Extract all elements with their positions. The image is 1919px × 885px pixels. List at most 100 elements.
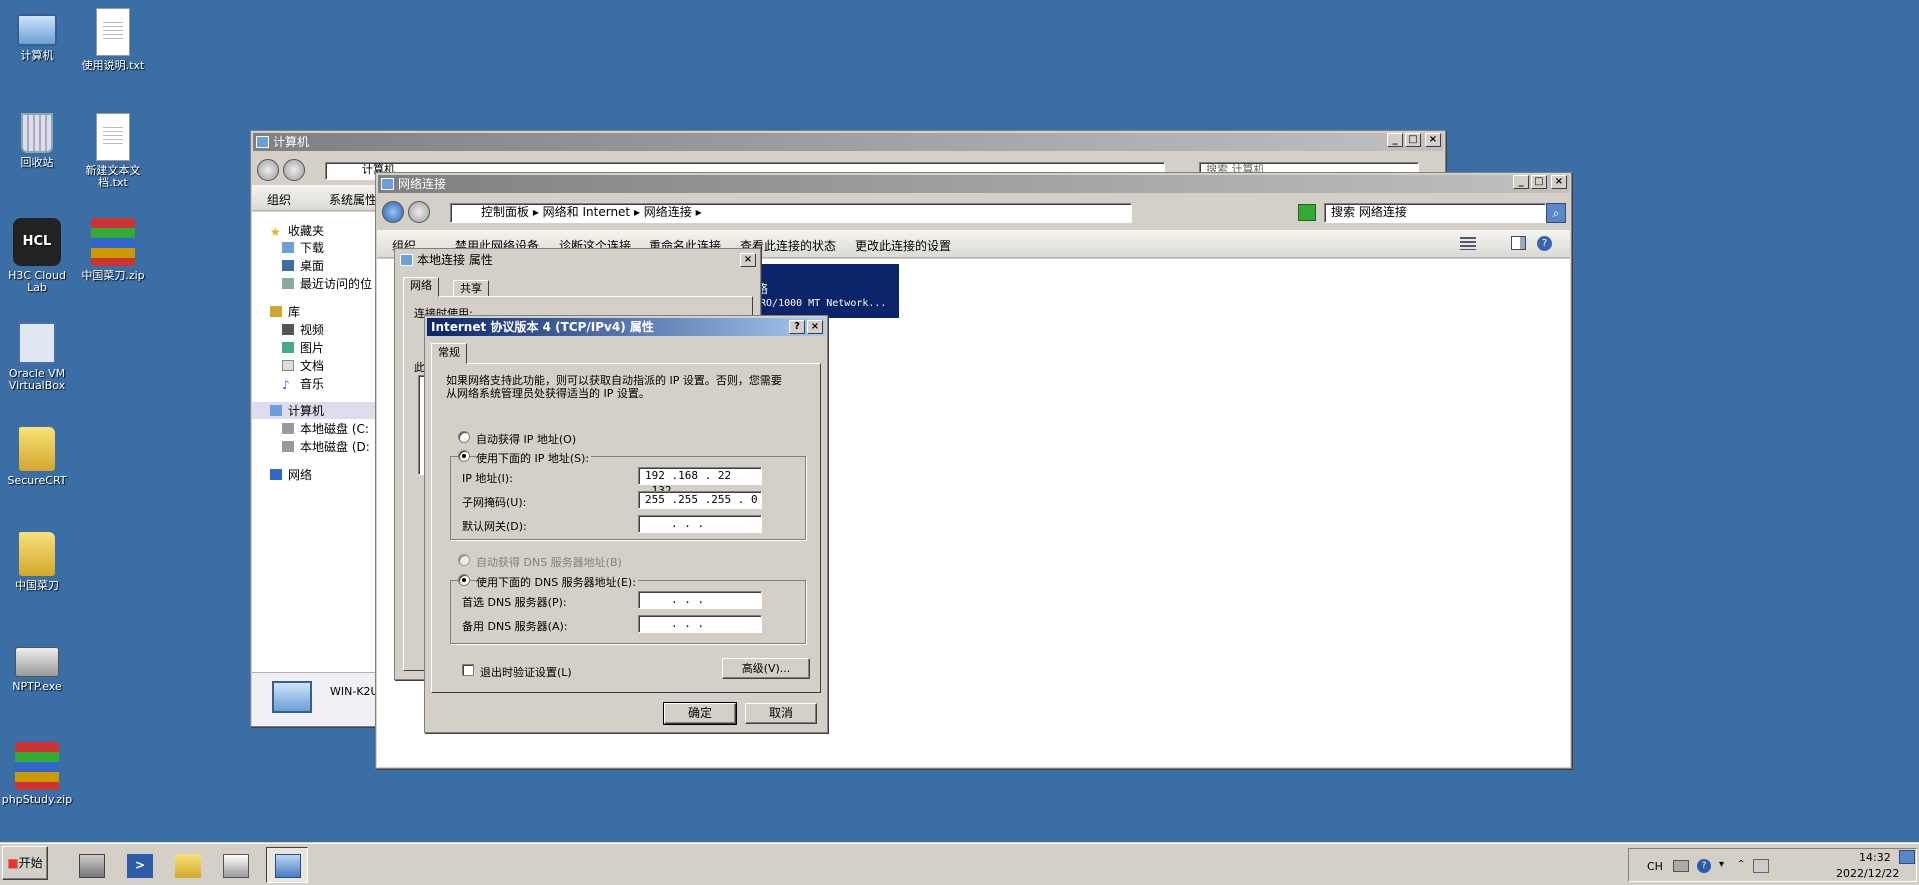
tree-pictures[interactable]: 图片	[282, 339, 324, 356]
alternate-dns-input[interactable]: . . .	[638, 615, 762, 633]
taskbar-explorer[interactable]	[166, 847, 208, 883]
tree-computer[interactable]: 计算机	[252, 402, 378, 419]
computer-window-titlebar[interactable]: 计算机	[253, 133, 1443, 151]
language-indicator[interactable]: CH	[1647, 860, 1663, 873]
manual-dns-radio[interactable]	[458, 574, 470, 586]
lan-properties-titlebar[interactable]: 本地连接 属性	[397, 251, 758, 269]
keyboard-icon[interactable]	[1673, 860, 1689, 872]
network-window-titlebar[interactable]: 网络连接	[378, 175, 1569, 193]
tree-favorites[interactable]: ★ 收藏夹	[270, 222, 324, 239]
default-gateway-input[interactable]: . . .	[638, 515, 762, 533]
computer-icon	[17, 14, 57, 46]
desktop-icon-new-text[interactable]: 新建文本文档.txt	[68, 113, 158, 189]
back-button[interactable]	[382, 201, 404, 223]
validate-on-exit-checkbox[interactable]	[462, 664, 474, 676]
taskbar-control-panel[interactable]	[214, 847, 256, 883]
tab-sharing[interactable]: 共享	[453, 280, 489, 297]
close-button[interactable]: ×	[807, 320, 823, 334]
winrar-archive-icon	[15, 742, 59, 790]
system-properties-button[interactable]: 系统属性	[329, 191, 377, 208]
close-button[interactable]: ×	[1551, 175, 1567, 189]
help-icon[interactable]: ?	[1697, 859, 1711, 873]
tree-disk-d[interactable]: 本地磁盘 (D:	[282, 438, 370, 455]
tree-disk-c[interactable]: 本地磁盘 (C:	[282, 420, 369, 437]
taskbar-server-manager[interactable]	[70, 847, 112, 883]
taskbar-powershell[interactable]: >	[118, 847, 160, 883]
taskbar: ■开始 > CH ? ▾ ⌃ 14:32 2022/12/22	[0, 843, 1919, 885]
folder-icon	[19, 427, 55, 471]
taskbar-network-connections[interactable]	[266, 847, 308, 883]
subnet-mask-input[interactable]: 255 .255 .255 . 0	[638, 491, 762, 509]
start-button[interactable]: ■开始	[2, 846, 48, 880]
minimize-button[interactable]: _	[1513, 175, 1529, 189]
clock-time[interactable]: 14:32	[1859, 851, 1891, 864]
tray-chevron-icon[interactable]: ▾	[1719, 859, 1724, 870]
advanced-button[interactable]: 高级(V)...	[722, 658, 810, 679]
preferred-dns-input[interactable]: . . .	[638, 591, 762, 609]
toolbar-change-settings[interactable]: 更改此连接的设置	[855, 237, 951, 254]
auto-ip-radio[interactable]	[458, 431, 470, 443]
show-desktop-button[interactable]	[1899, 850, 1915, 864]
close-button[interactable]: ×	[740, 253, 756, 267]
text-file-icon	[96, 8, 130, 56]
desktop-icon-phpstudy[interactable]: phpStudy.zip	[0, 742, 82, 806]
organize-menu[interactable]: 组织	[267, 191, 291, 208]
cancel-button[interactable]: 取消	[745, 703, 817, 724]
minimize-button[interactable]: _	[1387, 133, 1403, 147]
disk-icon	[282, 423, 294, 434]
control-panel-icon	[223, 854, 249, 878]
forward-button[interactable]	[283, 159, 305, 181]
search-input[interactable]: 搜索 网络连接	[1324, 203, 1546, 223]
tree-downloads[interactable]: 下载	[282, 239, 324, 256]
back-button[interactable]	[257, 159, 279, 181]
tree-music[interactable]: ♪ 音乐	[282, 375, 324, 392]
auto-dns-label[interactable]: 自动获得 DNS 服务器地址(B)	[476, 554, 622, 570]
manual-dns-label[interactable]: 使用下面的 DNS 服务器地址(E):	[476, 574, 638, 590]
maximize-button[interactable]: □	[1405, 133, 1421, 147]
preview-pane-icon[interactable]	[1511, 236, 1526, 250]
network-status-icon[interactable]	[1753, 859, 1769, 873]
powershell-icon: >	[127, 854, 153, 878]
manual-ip-label[interactable]: 使用下面的 IP 地址(S):	[476, 450, 592, 466]
adapter-local-connection[interactable]: 络 PRO/1000 MT Network...	[752, 264, 899, 318]
system-tray: CH ? ▾ ⌃ 14:32 2022/12/22	[1628, 848, 1917, 882]
forward-button[interactable]	[408, 201, 430, 223]
pictures-icon	[282, 342, 294, 353]
help-icon[interactable]: ?	[1537, 236, 1552, 251]
desktop-icon-virtualbox[interactable]: Oracle VM VirtualBox	[0, 322, 82, 392]
auto-dns-radio[interactable]	[458, 554, 470, 566]
view-options-icon[interactable]	[1460, 237, 1476, 250]
tree-recent[interactable]: 最近访问的位	[282, 275, 372, 292]
tree-desktop[interactable]: 桌面	[282, 257, 324, 274]
ip-address-input[interactable]: 192 .168 . 22 .132	[638, 467, 762, 497]
help-button[interactable]: ?	[789, 320, 805, 334]
ipv4-titlebar[interactable]: Internet 协议版本 4 (TCP/IPv4) 属性	[427, 318, 825, 336]
refresh-icon[interactable]	[1298, 204, 1316, 221]
search-icon[interactable]: ⌕	[1546, 203, 1566, 223]
show-hidden-icons-icon[interactable]: ⌃	[1737, 859, 1745, 870]
folder-icon	[175, 854, 201, 878]
tree-network[interactable]: 网络	[270, 466, 312, 483]
windows-logo-icon: ■	[7, 856, 19, 870]
close-button[interactable]: ×	[1425, 133, 1441, 147]
ok-button[interactable]: 确定	[663, 702, 737, 725]
desktop-icon-nptp[interactable]: NPTP.exe	[0, 637, 82, 693]
desktop-icon-caidao-folder[interactable]: 中国菜刀	[0, 532, 82, 592]
tab-general[interactable]: 常规	[431, 343, 467, 364]
manual-ip-radio[interactable]	[458, 450, 470, 462]
ipv4-properties-dialog[interactable]: Internet 协议版本 4 (TCP/IPv4) 属性 ? × 常规 如果网…	[424, 315, 828, 733]
clock-date[interactable]: 2022/12/22	[1836, 867, 1899, 880]
desktop-icon-readme[interactable]: 使用说明.txt	[68, 8, 158, 72]
tree-videos[interactable]: 视频	[282, 321, 324, 338]
auto-ip-label[interactable]: 自动获得 IP 地址(O)	[476, 431, 576, 447]
library-icon	[270, 306, 282, 317]
desktop-icon-caidao-zip[interactable]: 中国菜刀.zip	[68, 218, 158, 282]
desktop-icon-securecrt[interactable]: SecureCRT	[0, 427, 82, 487]
breadcrumb[interactable]: 控制面板 ▸ 网络和 Internet ▸ 网络连接 ▸	[450, 203, 1132, 223]
maximize-button[interactable]: □	[1531, 175, 1547, 189]
validate-on-exit-label[interactable]: 退出时验证设置(L)	[480, 664, 572, 680]
recent-places-icon	[282, 278, 294, 289]
tab-networking[interactable]: 网络	[403, 277, 439, 297]
tree-documents[interactable]: 文档	[282, 357, 324, 374]
tree-libraries[interactable]: 库	[270, 303, 300, 320]
